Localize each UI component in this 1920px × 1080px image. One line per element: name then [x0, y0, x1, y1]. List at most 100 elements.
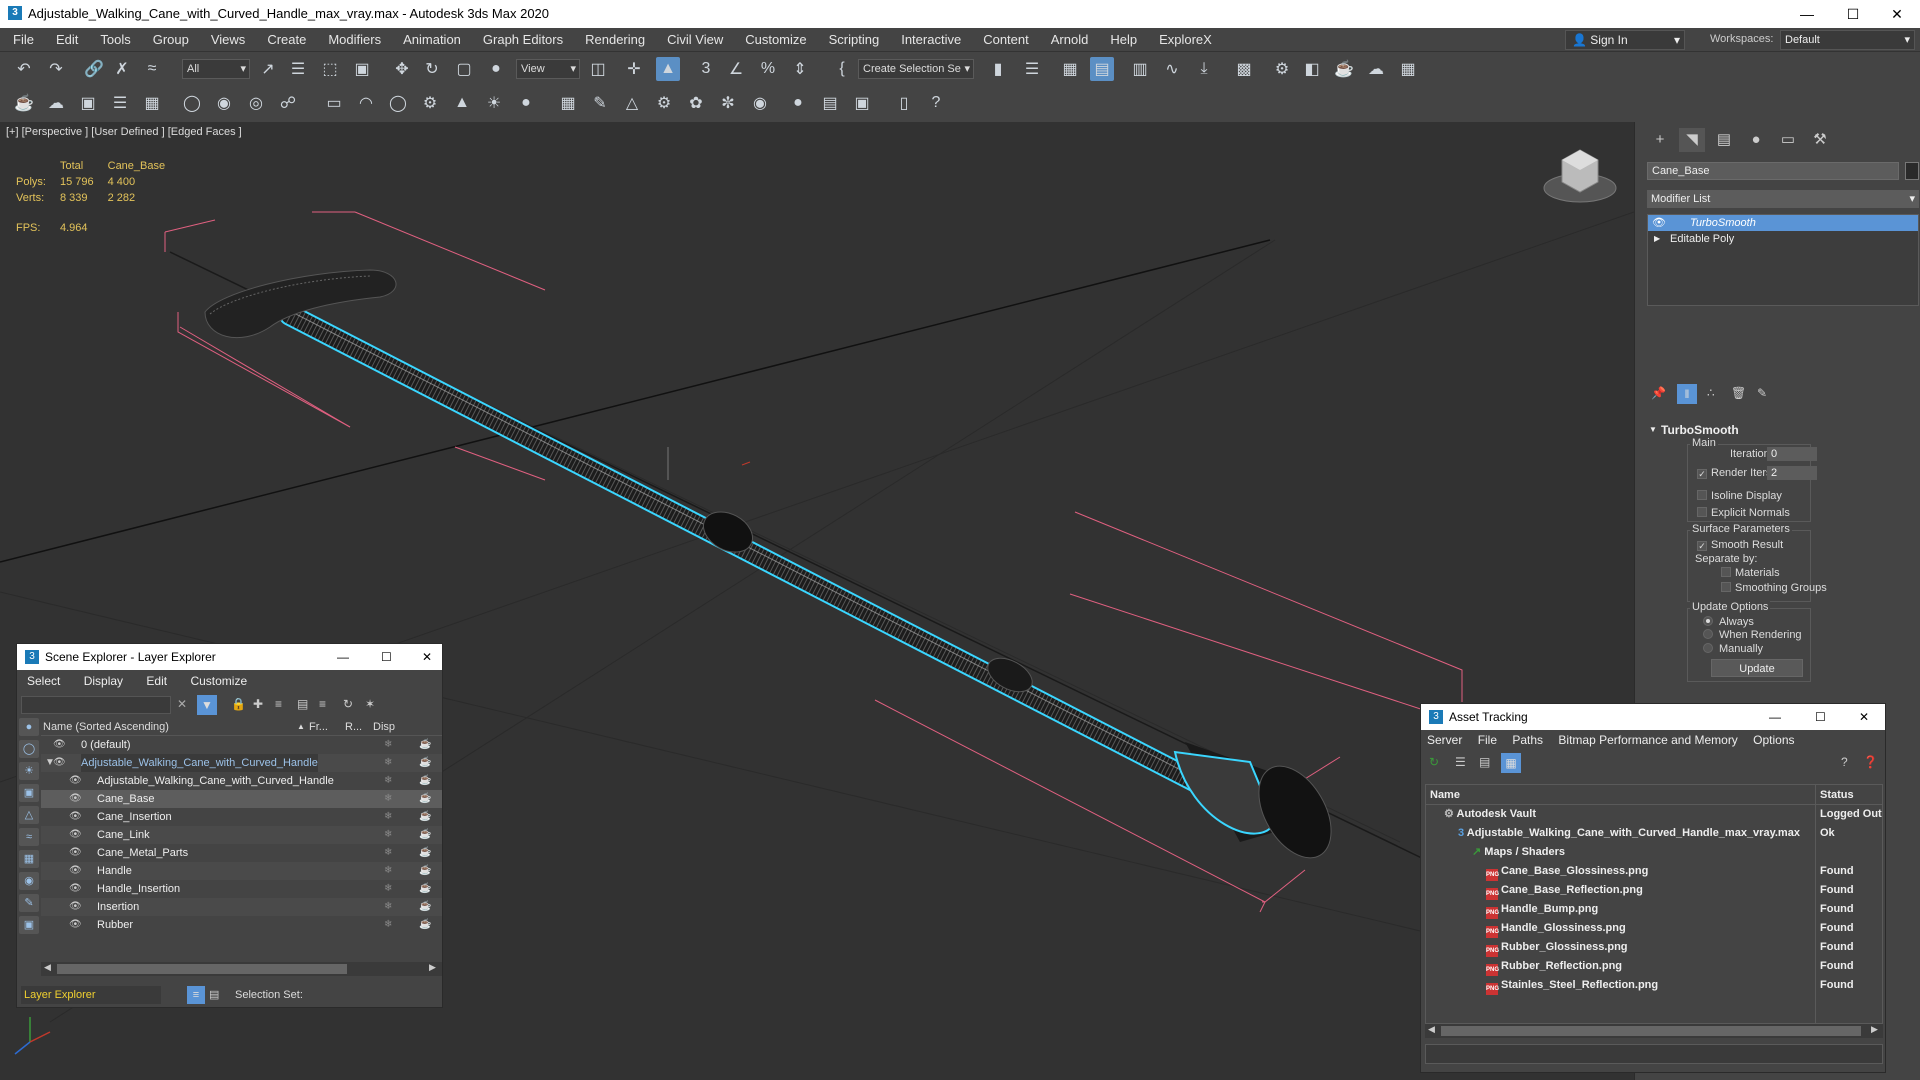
a360-gallery-icon[interactable]: ▦ — [1396, 57, 1420, 81]
bones-filter-icon[interactable]: ✎ — [19, 894, 39, 912]
material-editor-icon[interactable]: ▩ — [1232, 57, 1256, 81]
space-warps-filter-icon[interactable]: ≈ — [19, 828, 39, 846]
render-icon[interactable]: ◎ — [244, 91, 268, 115]
update-when-rendering-radio[interactable]: When Rendering — [1703, 629, 1802, 641]
scroll-right-icon[interactable]: ▶ — [429, 962, 436, 973]
menu-graph-editors[interactable]: Graph Editors — [472, 28, 574, 52]
column-display[interactable]: Disp — [373, 718, 395, 736]
render-production-icon[interactable]: ☕ — [1332, 57, 1356, 81]
scroll-left-icon[interactable]: ◀ — [44, 962, 51, 973]
stack-item-editable-poly[interactable]: ▶ Editable Poly — [1648, 231, 1918, 247]
visibility-eye-icon[interactable]: 👁 — [69, 916, 82, 934]
place-icon[interactable]: ● — [484, 57, 508, 81]
camera-icon[interactable]: ◉ — [212, 91, 236, 115]
maximize-button[interactable]: ☐ — [381, 644, 392, 670]
visibility-eye-icon[interactable]: 👁 — [69, 790, 82, 808]
renderable-teapot-icon[interactable]: ☕ — [419, 880, 431, 898]
smoothing-groups-checkbox[interactable]: Smoothing Groups — [1721, 582, 1827, 594]
pivot-center-icon[interactable]: ◫ — [586, 57, 610, 81]
scene-horizontal-scrollbar[interactable]: ◀ ▶ — [41, 962, 442, 976]
menu-modifiers[interactable]: Modifiers — [317, 28, 392, 52]
freeze-icon[interactable]: ❄ — [384, 916, 392, 934]
teapot-icon[interactable]: ☕ — [12, 91, 36, 115]
sphere-light-icon[interactable]: ● — [514, 91, 538, 115]
rotate-icon[interactable]: ↻ — [420, 57, 444, 81]
named-selection-dropdown[interactable]: Create Selection Se ▾ — [858, 59, 974, 79]
vray-vfb-icon[interactable]: ▣ — [850, 91, 874, 115]
render-setup-icon[interactable]: ⚙ — [1270, 57, 1294, 81]
layer-stack-icon[interactable]: ≡ — [319, 697, 326, 711]
object-name-field[interactable]: Cane_Base — [1647, 162, 1899, 180]
curve-editor-icon[interactable]: ∿ — [1160, 57, 1184, 81]
select-by-name-icon[interactable]: ☰ — [286, 57, 310, 81]
unlink-icon[interactable]: ✗ — [110, 57, 134, 81]
list-icon[interactable]: ☰ — [108, 91, 132, 115]
column-name[interactable]: Name — [1430, 785, 1460, 805]
display-all-icon[interactable]: ▣ — [19, 916, 39, 934]
menu-customize[interactable]: Customize — [180, 674, 257, 688]
render-iters-spinner[interactable]: 2 — [1767, 466, 1817, 480]
select-object-icon[interactable]: ↗ — [256, 57, 280, 81]
menu-group[interactable]: Group — [142, 28, 200, 52]
fur-icon[interactable]: ✿ — [684, 91, 708, 115]
light-bulb-icon[interactable]: ◯ — [180, 91, 204, 115]
layer-explorer-icon[interactable]: ≡ — [187, 986, 205, 1004]
dome-icon[interactable]: ◠ — [354, 91, 378, 115]
expand-triangle-icon[interactable]: ▶ — [1654, 231, 1660, 247]
renderable-teapot-icon[interactable]: ☕ — [419, 916, 431, 934]
menu-customize[interactable]: Customize — [734, 28, 817, 52]
pin-stack-icon[interactable]: 📌 — [1651, 386, 1666, 400]
mirror-icon[interactable]: ▮ — [986, 57, 1010, 81]
make-unique-icon[interactable]: ∴ — [1707, 386, 1715, 400]
layer-row[interactable]: 👁 ▼ Adjustable_Walking_Cane_with_Curved_Ha… — [41, 754, 442, 772]
freeze-icon[interactable]: ❄ — [384, 844, 392, 862]
layer-row[interactable]: 👁 Cane_Link ❄ ☕ — [41, 826, 442, 844]
freeze-icon[interactable]: ❄ — [384, 880, 392, 898]
visibility-eye-icon[interactable]: 👁 — [69, 880, 82, 898]
snaps-toggle-icon[interactable]: 3 — [694, 57, 718, 81]
menu-tools[interactable]: Tools — [89, 28, 141, 52]
configure-modifier-sets-icon[interactable]: ✎ — [1757, 386, 1767, 400]
lights-filter-icon[interactable]: ☀ — [19, 762, 39, 780]
move-icon[interactable]: ✥ — [390, 57, 414, 81]
layer-row[interactable]: 👁 Cane_Insertion ❄ ☕ — [41, 808, 442, 826]
asset-row[interactable]: PNG Cane_Base_Glossiness.png Found — [1426, 862, 1882, 881]
link-icon[interactable]: 🔗 — [82, 57, 106, 81]
toggle-scene-explorer-icon[interactable]: ▦ — [1058, 57, 1082, 81]
list-view-icon[interactable]: ☰ — [1455, 755, 1466, 769]
scroll-left-icon[interactable]: ◀ — [1428, 1024, 1435, 1035]
menu-options[interactable]: Options — [1747, 733, 1800, 747]
modify-tab-icon[interactable]: ◥ — [1679, 128, 1705, 152]
mesh-icon[interactable]: △ — [620, 91, 644, 115]
layer-row[interactable]: 👁 Handle_Insertion ❄ ☕ — [41, 880, 442, 898]
window-crossing-icon[interactable]: ▣ — [350, 57, 374, 81]
viewcube[interactable] — [1543, 149, 1617, 203]
cloud-icon[interactable]: ☁ — [44, 91, 68, 115]
asset-row[interactable]: 3 Adjustable_Walking_Cane_with_Curved_Ha… — [1426, 824, 1882, 843]
isoline-display-checkbox[interactable]: Isoline Display — [1697, 490, 1782, 502]
menu-server[interactable]: Server — [1421, 733, 1468, 747]
asset-row[interactable]: PNG Cane_Base_Reflection.png Found — [1426, 881, 1882, 900]
menu-display[interactable]: Display — [74, 674, 133, 688]
menu-rendering[interactable]: Rendering — [574, 28, 656, 52]
menu-edit[interactable]: Edit — [45, 28, 89, 52]
menu-civil-view[interactable]: Civil View — [656, 28, 734, 52]
layer-row[interactable]: 👁 Insertion ❄ ☕ — [41, 898, 442, 916]
freeze-icon[interactable]: ❄ — [384, 772, 392, 790]
scrollbar-thumb[interactable] — [57, 964, 347, 974]
show-end-result-icon[interactable]: ‖ — [1677, 384, 1697, 404]
motion-tab-icon[interactable]: ● — [1743, 128, 1769, 152]
geometry-filter-icon[interactable]: ● — [19, 718, 39, 736]
asset-row[interactable]: ↗ Maps / Shaders — [1426, 843, 1882, 862]
visibility-eye-icon[interactable]: 👁 — [69, 844, 82, 862]
freeze-icon[interactable]: ❄ — [384, 862, 392, 880]
freeze-icon[interactable]: ❄ — [384, 754, 392, 772]
menu-content[interactable]: Content — [972, 28, 1040, 52]
help-icon[interactable]: ? — [924, 91, 948, 115]
layers-icon[interactable]: ≡ — [275, 697, 282, 711]
workspace-select[interactable]: Default ▾ — [1780, 30, 1915, 50]
help-icon[interactable]: ? — [1841, 755, 1848, 769]
asset-row[interactable]: PNG Rubber_Glossiness.png Found — [1426, 938, 1882, 957]
plane-icon[interactable]: ▭ — [322, 91, 346, 115]
asset-horizontal-scrollbar[interactable]: ◀ ▶ — [1425, 1024, 1883, 1038]
